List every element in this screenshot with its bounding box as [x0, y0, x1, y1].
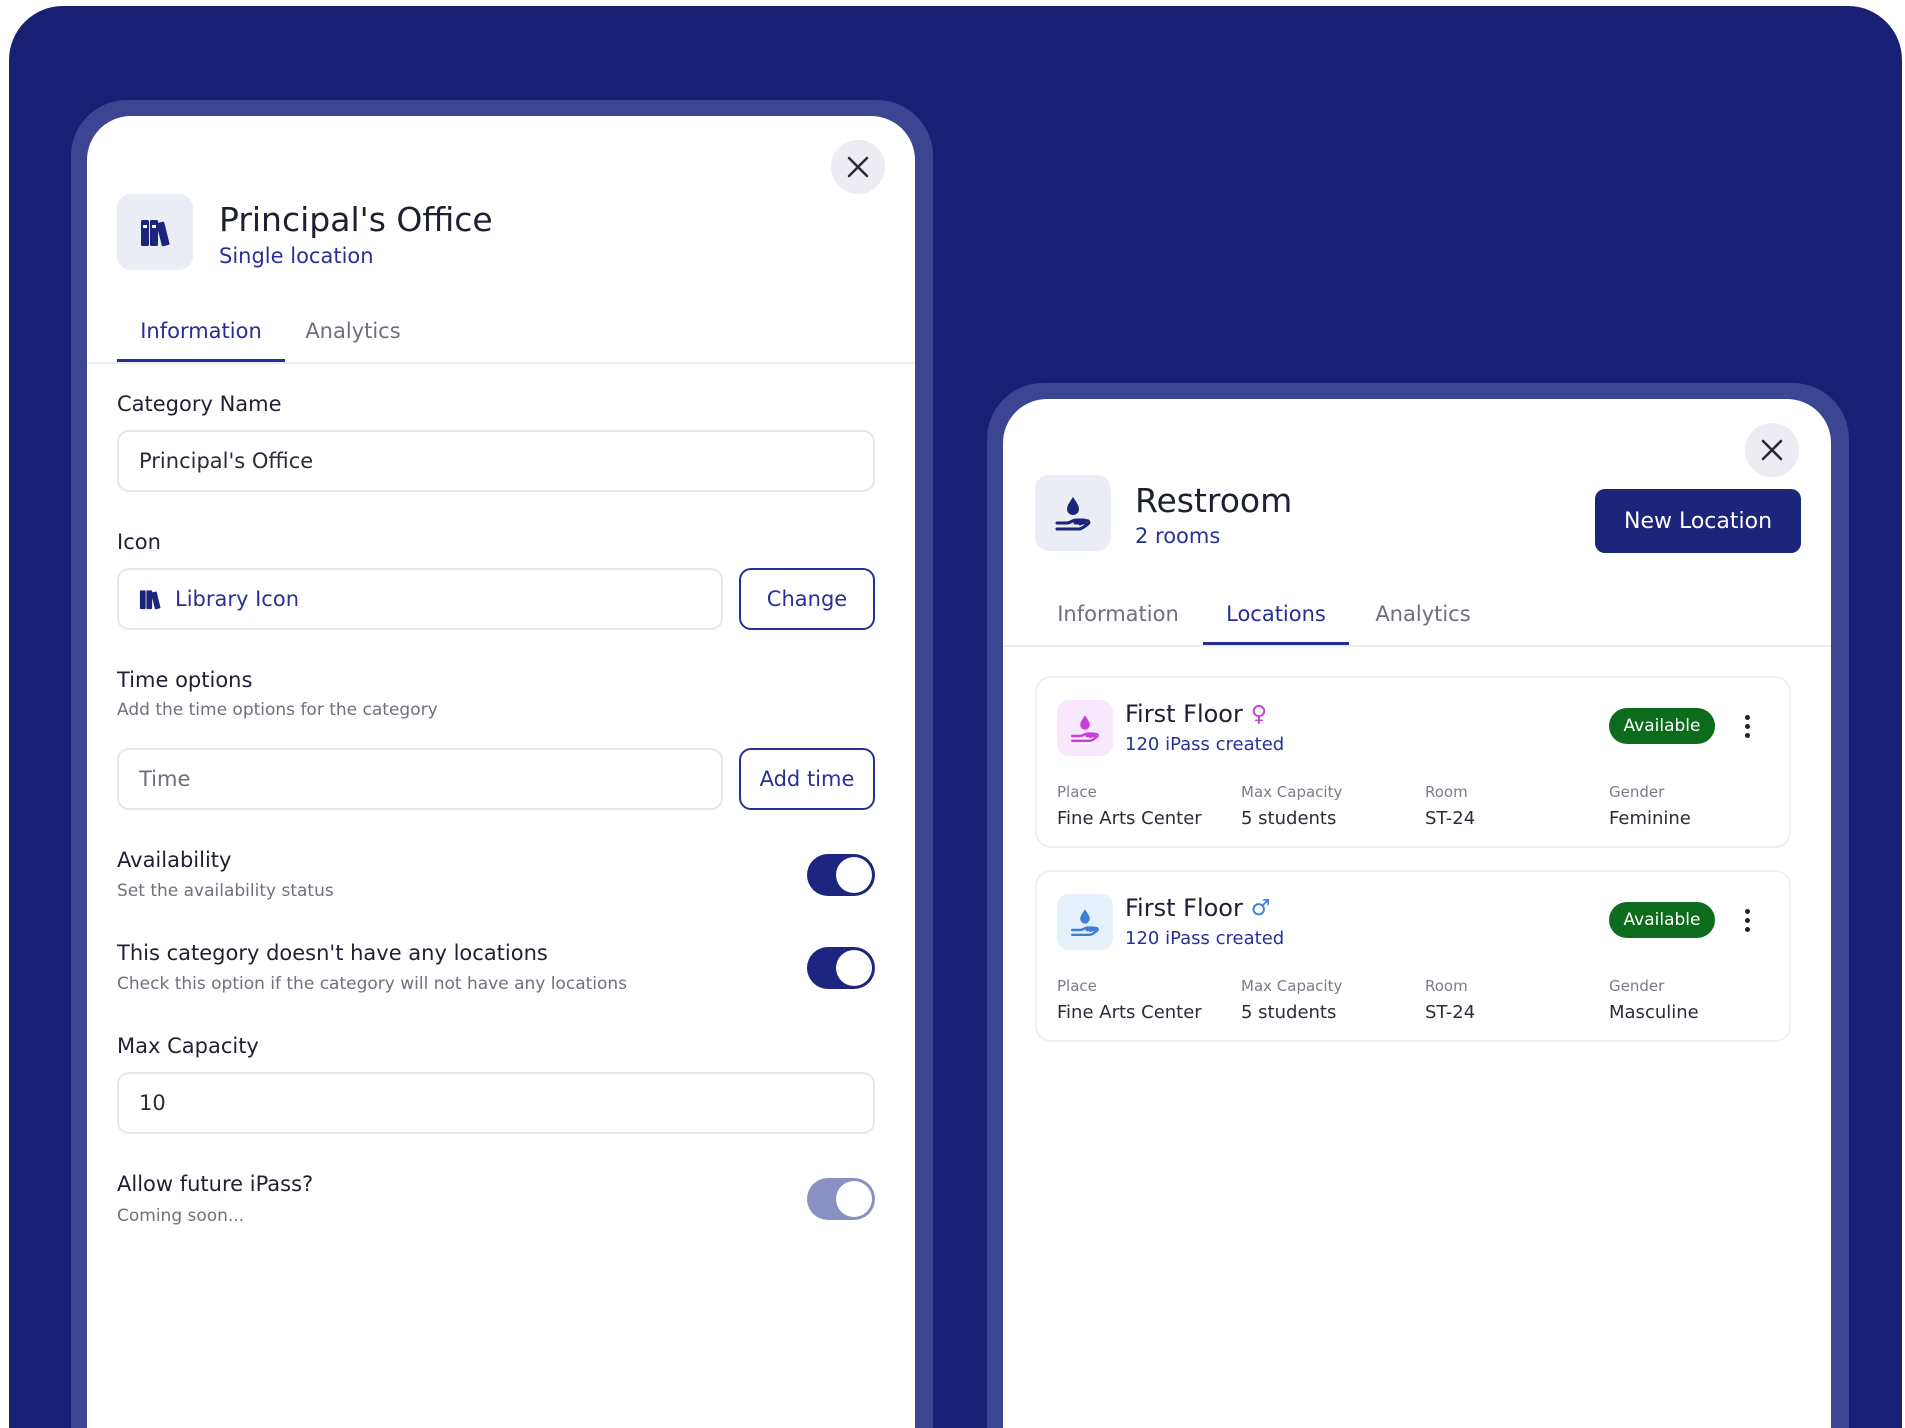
- location-card[interactable]: First Floor ♀ 120 iPass created Availabl…: [1035, 676, 1791, 848]
- no-locations-toggle[interactable]: [807, 947, 875, 989]
- room-value: ST-24: [1425, 808, 1476, 829]
- panel-title: Principal's Office: [219, 200, 493, 239]
- category-name-input[interactable]: [117, 430, 875, 492]
- new-location-button[interactable]: New Location: [1595, 489, 1801, 553]
- hand-wash-icon-tile: [1057, 894, 1113, 950]
- place-value: Fine Arts Center: [1057, 1002, 1202, 1023]
- icon-label: Icon: [117, 530, 161, 554]
- restroom-panel: Restroom 2 rooms New Location Informatio…: [1003, 399, 1831, 1428]
- max-capacity-label: Max Capacity: [1241, 783, 1343, 801]
- max-capacity-label: Max Capacity: [1241, 977, 1343, 995]
- tab-analytics[interactable]: Analytics: [293, 302, 413, 360]
- room-label: Room: [1425, 783, 1468, 801]
- future-ipass-help: Coming soon...: [117, 1206, 245, 1226]
- location-card[interactable]: First Floor ♂ 120 iPass created Availabl…: [1035, 870, 1791, 1042]
- close-icon: [847, 156, 869, 178]
- male-icon: ♂: [1250, 895, 1271, 921]
- location-name: First Floor ♀: [1125, 700, 1267, 728]
- tab-bar: Information Locations Analytics: [1003, 585, 1831, 647]
- availability-label: Availability: [117, 848, 232, 872]
- status-badge: Available: [1609, 902, 1715, 938]
- toggle-knob: [836, 950, 872, 986]
- tab-information[interactable]: Information: [117, 302, 285, 362]
- toggle-knob: [836, 1181, 872, 1217]
- hand-wash-icon: [1055, 497, 1091, 531]
- change-icon-button[interactable]: Change: [739, 568, 875, 630]
- library-icon: [139, 590, 161, 610]
- place-label: Place: [1057, 783, 1097, 801]
- library-icon: [141, 220, 170, 247]
- location-name-text: First Floor: [1125, 894, 1243, 922]
- gender-value: Feminine: [1609, 808, 1691, 829]
- close-icon: [1761, 439, 1783, 461]
- future-ipass-toggle[interactable]: [807, 1178, 875, 1220]
- availability-toggle[interactable]: [807, 854, 875, 896]
- max-capacity-value: 5 students: [1241, 1002, 1337, 1023]
- place-label: Place: [1057, 977, 1097, 995]
- panel-subtitle: Single location: [219, 244, 374, 268]
- more-options-icon[interactable]: [1737, 708, 1757, 744]
- status-badge: Available: [1609, 708, 1715, 744]
- more-options-icon[interactable]: [1737, 902, 1757, 938]
- app-background: Principal's Office Single location Infor…: [9, 6, 1902, 1428]
- room-label: Room: [1425, 977, 1468, 995]
- time-input[interactable]: [117, 748, 723, 810]
- panel-subtitle: 2 rooms: [1135, 524, 1221, 548]
- time-options-help: Add the time options for the category: [117, 700, 438, 720]
- panel-title: Restroom: [1135, 481, 1293, 520]
- tab-bar: Information Analytics: [87, 302, 915, 364]
- library-icon-tile: [117, 194, 193, 270]
- availability-help: Set the availability status: [117, 881, 334, 901]
- future-ipass-label: Allow future iPass?: [117, 1172, 314, 1196]
- hand-wash-icon-tile: [1057, 700, 1113, 756]
- icon-field[interactable]: Library Icon: [117, 568, 723, 630]
- category-panel: Principal's Office Single location Infor…: [87, 116, 915, 1428]
- gender-label: Gender: [1609, 977, 1665, 995]
- close-button[interactable]: [1745, 423, 1799, 477]
- ipass-count: 120 iPass created: [1125, 734, 1285, 755]
- max-capacity-input[interactable]: [117, 1072, 875, 1134]
- tab-locations[interactable]: Locations: [1203, 585, 1349, 645]
- no-locations-help: Check this option if the category will n…: [117, 974, 628, 994]
- tab-information[interactable]: Information: [1043, 585, 1193, 643]
- gender-label: Gender: [1609, 783, 1665, 801]
- location-name-text: First Floor: [1125, 700, 1243, 728]
- time-options-label: Time options: [117, 668, 253, 692]
- female-icon: ♀: [1250, 701, 1267, 727]
- hand-wash-icon-tile: [1035, 475, 1111, 551]
- hand-wash-icon: [1071, 909, 1099, 936]
- category-name-label: Category Name: [117, 392, 282, 416]
- icon-field-value: Library Icon: [175, 587, 300, 611]
- no-locations-label: This category doesn't have any locations: [117, 941, 548, 965]
- ipass-count: 120 iPass created: [1125, 928, 1285, 949]
- tab-analytics[interactable]: Analytics: [1363, 585, 1483, 643]
- hand-wash-icon: [1071, 715, 1099, 742]
- max-capacity-label: Max Capacity: [117, 1034, 259, 1058]
- toggle-knob: [836, 857, 872, 893]
- gender-value: Masculine: [1609, 1002, 1699, 1023]
- location-name: First Floor ♂: [1125, 894, 1271, 922]
- add-time-button[interactable]: Add time: [739, 748, 875, 810]
- room-value: ST-24: [1425, 1002, 1476, 1023]
- max-capacity-value: 5 students: [1241, 808, 1337, 829]
- place-value: Fine Arts Center: [1057, 808, 1202, 829]
- close-button[interactable]: [831, 140, 885, 194]
